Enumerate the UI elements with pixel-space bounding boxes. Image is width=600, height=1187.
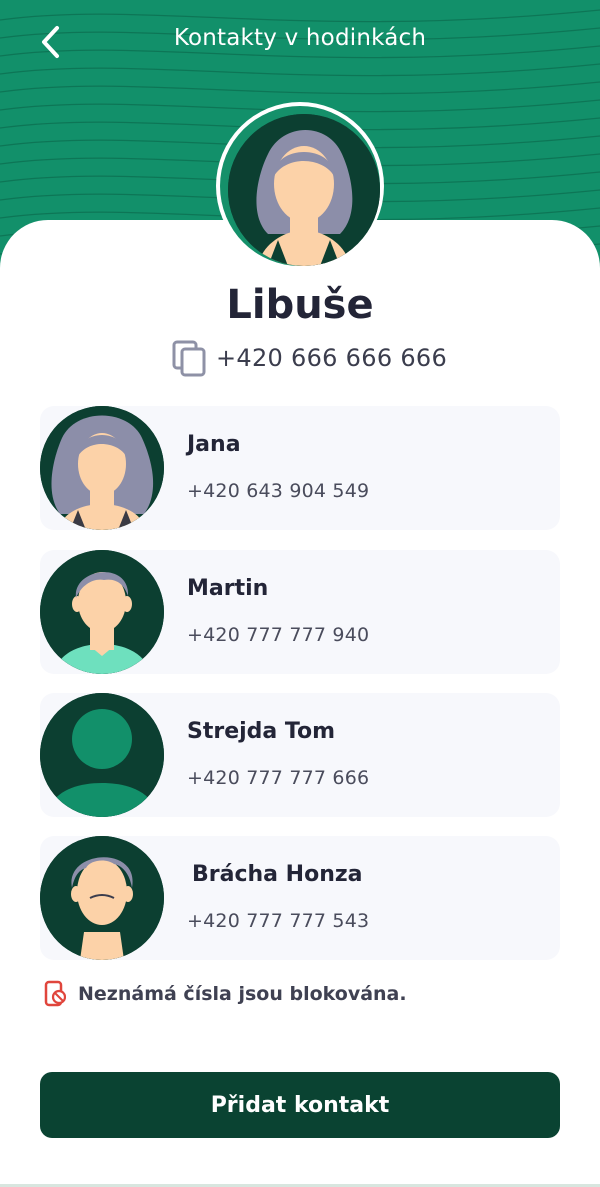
page-title: Kontakty v hodinkách — [173, 25, 427, 51]
contact-phone: +420 777 777 666 — [187, 767, 370, 789]
contact-name: Strejda Tom — [187, 719, 336, 744]
contact-card-bracha-honza[interactable]: Brácha Honza +420 777 777 543 — [40, 836, 560, 960]
blocked-numbers-notice: Neznámá čísla jsou blokována. — [44, 980, 407, 1008]
woman-curly-hair-icon — [40, 406, 164, 530]
notice-text: Neznámá čísla jsou blokována. — [78, 983, 407, 1005]
blocked-phone-icon — [44, 980, 66, 1007]
contact-card-jana[interactable]: Jana +420 643 904 549 — [40, 406, 560, 530]
avatar — [40, 836, 164, 960]
copy-button[interactable] — [170, 338, 208, 378]
man-icon — [40, 550, 164, 674]
contact-name: Jana — [187, 432, 241, 457]
owner-phone: +420 666 666 666 — [216, 344, 448, 372]
owner-avatar — [216, 102, 384, 270]
contact-card-strejda-tom[interactable]: Strejda Tom +420 777 777 666 — [40, 693, 560, 817]
contact-name: Brácha Honza — [192, 862, 363, 887]
avatar — [40, 550, 164, 674]
avatar — [40, 406, 164, 530]
woman-avatar-icon — [228, 114, 380, 266]
contact-phone: +420 777 777 940 — [187, 624, 370, 646]
owner-name: Libuše — [226, 282, 374, 328]
default-person-icon — [40, 693, 164, 817]
contact-phone: +420 643 904 549 — [187, 480, 370, 502]
copy-icon — [172, 340, 206, 377]
avatar — [40, 693, 164, 817]
add-contact-button[interactable]: Přidat kontakt — [40, 1072, 560, 1138]
old-man-icon — [40, 836, 164, 960]
contact-name: Martin — [187, 576, 269, 601]
owner-phone-row: +420 666 666 666 — [170, 338, 447, 378]
contact-card-martin[interactable]: Martin +420 777 777 940 — [40, 550, 560, 674]
contact-phone: +420 777 777 543 — [187, 910, 370, 932]
